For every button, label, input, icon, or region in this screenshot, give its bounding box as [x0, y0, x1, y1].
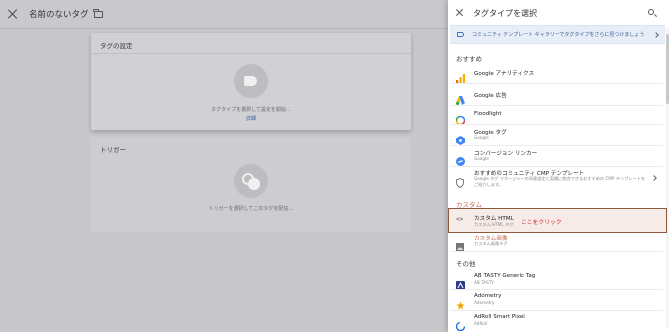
card-divider	[91, 53, 411, 54]
tag-name-title[interactable]: 名前のないタグ	[29, 8, 89, 20]
item-sub: カスタム HTML タグ	[474, 222, 514, 227]
divider	[450, 251, 663, 252]
item-sub: カスタム画像タグ	[474, 241, 508, 246]
item-name: AdRoll Smart Pixel	[474, 314, 525, 320]
tag-type-placeholder[interactable]	[234, 64, 268, 98]
list-item-google-analytics[interactable]: Google アナリティクス	[450, 62, 663, 83]
list-item-floodlight[interactable]: Floodlight	[450, 106, 663, 126]
list-item-google-tag[interactable]: Google タグ Google	[450, 125, 663, 145]
tag-config-title: タグの設定	[100, 42, 133, 50]
item-sub: Google タグ マネージャーの同意設定と実績に統合できるおすすめの CMP …	[474, 176, 646, 187]
editor-topbar: 名前のないタグ	[0, 0, 448, 28]
close-icon[interactable]	[7, 8, 19, 20]
trigger-hint: トリガーを選択してこのタグを配信…	[208, 206, 294, 212]
chevron-right-icon	[651, 175, 657, 181]
click-here-annotation: ここをクリック	[521, 220, 562, 226]
item-name: Floodlight	[474, 111, 502, 117]
trigger-placeholder[interactable]	[234, 164, 268, 198]
code-icon: <>	[456, 216, 464, 223]
item-name: Google 広告	[474, 93, 507, 99]
list-item-conversion-linker[interactable]: コンバージョン リンカー Google	[450, 146, 663, 166]
search-icon[interactable]	[648, 9, 654, 15]
list-item-cmp-templates[interactable]: おすすめのコミュニティ CMP テンプレート Google タグ マネージャーの…	[450, 167, 663, 191]
trigger-icon-dot	[248, 178, 260, 190]
close-icon[interactable]	[456, 9, 463, 16]
trigger-card[interactable]: トリガー トリガーを選択してこのタグを配信…	[91, 137, 411, 232]
tag-type-panel: タグタイプを選択 コミュニティ テンプレート ギャラリーでタグタイプをさらに見つ…	[448, 0, 670, 332]
item-name: カスタム HTML	[474, 216, 514, 222]
panel-scrollbar[interactable]	[666, 28, 669, 328]
list-item-custom-html[interactable]: <> カスタム HTML カスタム HTML タグ ここをクリック	[448, 208, 667, 233]
tag-icon	[457, 32, 464, 37]
section-other: その他	[456, 260, 476, 268]
list-item-abtasty[interactable]: AB TASTY Generic Tag AB TASTY	[450, 270, 663, 290]
item-sub: AdRoll	[474, 321, 488, 326]
chevron-right-icon	[653, 32, 659, 38]
banner-text: コミュニティ テンプレート ギャラリーでタグタイプをさらに見つけましょう	[472, 32, 645, 38]
tag-config-hint: タグタイプを選択して設定を開始…	[211, 107, 291, 113]
item-sub: Google	[474, 135, 489, 140]
learn-more-link[interactable]: 詳細	[91, 115, 411, 122]
trigger-title: トリガー	[100, 146, 126, 154]
panel-title: タグタイプを選択	[473, 9, 537, 18]
community-gallery-banner[interactable]: コミュニティ テンプレート ギャラリーでタグタイプをさらに見つけましょう	[450, 25, 665, 44]
scroll-thumb[interactable]	[666, 34, 669, 104]
list-item-custom-image[interactable]: カスタム画像 カスタム画像タグ	[450, 233, 663, 251]
adroll-icon	[455, 316, 466, 332]
item-sub: Adometry	[474, 300, 495, 305]
folder-icon[interactable]	[93, 8, 103, 18]
item-name: Adometry	[474, 293, 502, 299]
item-name: Google アナリティクス	[474, 71, 535, 77]
item-sub: AB TASTY	[474, 280, 494, 285]
tag-config-card[interactable]: タグの設定 タグタイプを選択して設定を開始… 詳細	[91, 33, 411, 130]
list-item-adroll[interactable]: AdRoll Smart Pixel AdRoll	[450, 311, 663, 332]
item-sub: Google	[474, 156, 489, 161]
item-name: AB TASTY Generic Tag	[474, 273, 536, 279]
panel-header: タグタイプを選択	[448, 0, 670, 25]
shield-icon	[456, 173, 464, 192]
topbar-divider	[0, 28, 448, 29]
tag-icon	[244, 76, 257, 86]
list-item-adometry[interactable]: Adometry Adometry	[450, 290, 663, 310]
image-icon	[456, 236, 464, 255]
list-item-google-ads[interactable]: Google 広告	[450, 84, 663, 105]
